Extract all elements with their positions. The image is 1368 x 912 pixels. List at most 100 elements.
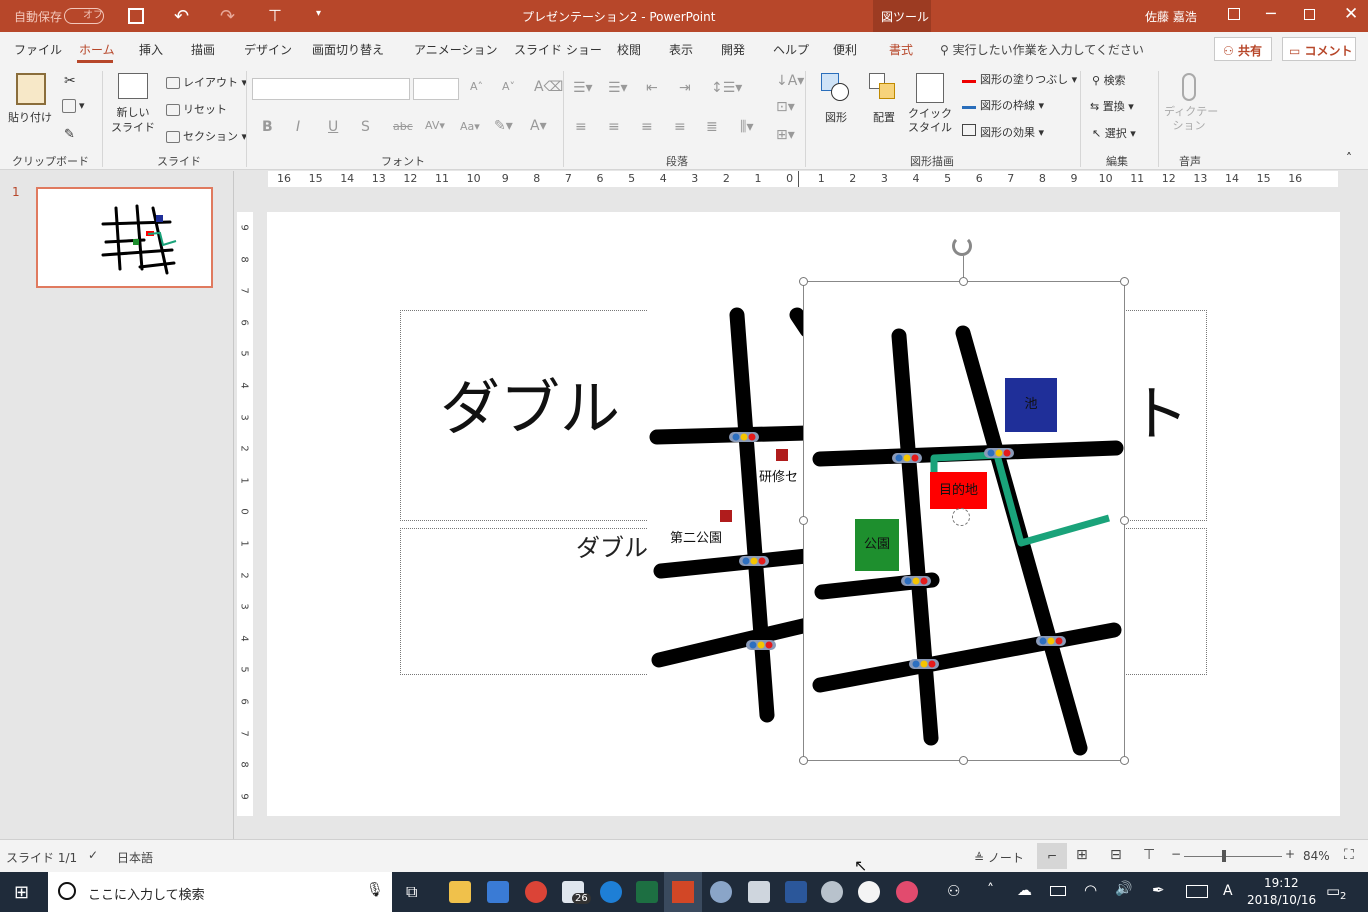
- columns-icon[interactable]: ⫼▾: [740, 119, 753, 135]
- close-icon[interactable]: ✕: [1344, 4, 1358, 24]
- rotation-handle[interactable]: [952, 236, 972, 256]
- shape-fill-button[interactable]: 図形の塗りつぶし ▾: [962, 71, 1077, 87]
- horizontal-ruler[interactable]: 16 15 14 13 12 11 10 9 8 7 6 5 4 3 2 1 0 1 2 3 4 5 6 7 8 9 10 11 12 1…: [268, 171, 1338, 187]
- wifi-icon[interactable]: ◠: [1084, 881, 1097, 899]
- smartart-icon[interactable]: ⊞▾: [776, 127, 795, 143]
- new-slide-button[interactable]: 新しい スライド: [108, 73, 158, 151]
- highlight-icon[interactable]: ✎▾: [494, 118, 513, 134]
- bullets-icon[interactable]: ☰▾: [573, 80, 593, 96]
- bold-icon[interactable]: B: [262, 119, 273, 135]
- resize-handle[interactable]: [799, 277, 808, 286]
- language-indicator[interactable]: 日本語: [117, 849, 153, 866]
- strikethrough-icon[interactable]: abc: [393, 120, 413, 133]
- distribute-icon[interactable]: ≣: [706, 119, 718, 135]
- reset-button[interactable]: リセット: [166, 101, 227, 117]
- format-painter-icon[interactable]: ✎: [64, 127, 75, 142]
- tab-format[interactable]: 書式: [889, 41, 913, 58]
- tell-me-box[interactable]: ⚲ 実行したい作業を入力してください: [940, 41, 1144, 58]
- minimize-icon[interactable]: ─: [1266, 4, 1276, 23]
- zoom-slider-thumb[interactable]: [1222, 850, 1226, 862]
- cut-icon[interactable]: ✂: [64, 73, 76, 89]
- normal-view-icon[interactable]: ⌐: [1037, 843, 1067, 869]
- comment-button[interactable]: ▭ コメント: [1282, 37, 1356, 61]
- edge-icon[interactable]: [600, 881, 622, 903]
- fit-slide-icon[interactable]: ⛶: [1344, 847, 1354, 863]
- resize-handle[interactable]: [799, 756, 808, 765]
- resize-handle[interactable]: [799, 516, 808, 525]
- keyboard-icon[interactable]: [1186, 885, 1208, 898]
- share-button[interactable]: ⚇ 共有: [1214, 37, 1272, 61]
- shapes-button[interactable]: 図形: [816, 73, 856, 125]
- shape-outline-button[interactable]: 図形の枠線 ▾: [962, 97, 1044, 113]
- font-size-input[interactable]: [413, 78, 459, 100]
- word-icon[interactable]: [785, 881, 807, 903]
- layout-button[interactable]: レイアウト ▾: [166, 74, 247, 90]
- quick-style-button[interactable]: クイック スタイル: [904, 73, 956, 135]
- numbering-icon[interactable]: ☰▾: [608, 80, 628, 96]
- decrease-indent-icon[interactable]: ⇤: [646, 80, 658, 96]
- resize-handle[interactable]: [959, 756, 968, 765]
- tab-draw[interactable]: 描画: [191, 41, 215, 58]
- slide-thumbnail[interactable]: [36, 187, 213, 288]
- tab-benri[interactable]: 便利: [833, 41, 857, 58]
- user-name[interactable]: 佐藤 嘉浩: [1145, 8, 1197, 25]
- find-button[interactable]: ⚲ 検索: [1092, 72, 1126, 88]
- decrease-font-icon[interactable]: A˅: [502, 80, 515, 93]
- tab-home[interactable]: ホーム: [79, 41, 115, 58]
- chrome-icon[interactable]: [525, 881, 547, 903]
- map-image-back[interactable]: 研修セ 第二公園: [647, 300, 807, 730]
- resize-handle[interactable]: [1120, 277, 1129, 286]
- restore-icon[interactable]: [1304, 9, 1315, 20]
- tab-view[interactable]: 表示: [669, 41, 693, 58]
- windows-start-icon[interactable]: ⊞: [14, 882, 29, 903]
- tab-transitions[interactable]: 画面切り替え: [312, 41, 384, 58]
- justify-icon[interactable]: ≡: [674, 119, 686, 135]
- char-spacing-icon[interactable]: AV▾: [425, 119, 445, 132]
- select-button[interactable]: ↖ 選択 ▾: [1092, 125, 1136, 141]
- tab-design[interactable]: デザイン: [244, 41, 292, 58]
- font-name-input[interactable]: [252, 78, 410, 100]
- spellcheck-icon[interactable]: ✓: [88, 848, 98, 862]
- slide-counter[interactable]: スライド 1/1: [6, 849, 77, 866]
- microphone-icon[interactable]: 🎙: [366, 882, 384, 898]
- onedrive-icon[interactable]: ☁: [1017, 881, 1032, 899]
- tab-review[interactable]: 校閲: [617, 41, 641, 58]
- resize-handle[interactable]: [1120, 756, 1129, 765]
- replace-button[interactable]: ⇆ 置換 ▾: [1090, 98, 1134, 114]
- notes-button[interactable]: ≜ ノート: [974, 849, 1024, 866]
- align-center-icon[interactable]: ≡: [608, 119, 620, 135]
- file-explorer-icon[interactable]: [449, 881, 471, 903]
- adjustment-handle[interactable]: [952, 508, 970, 526]
- increase-font-icon[interactable]: A˄: [470, 80, 483, 93]
- copy-icon[interactable]: ▾: [62, 99, 85, 113]
- map-image-front[interactable]: 池 目的地 公園: [803, 281, 1125, 761]
- ribbon-display-icon[interactable]: [1228, 8, 1240, 20]
- underline-icon[interactable]: U: [328, 119, 338, 135]
- autosave-toggle[interactable]: オフ: [64, 8, 104, 24]
- text-direction-icon[interactable]: ↓A▾: [776, 73, 804, 89]
- change-case-icon[interactable]: Aa▾: [460, 120, 480, 133]
- tab-help[interactable]: ヘルプ: [773, 41, 809, 58]
- volume-icon[interactable]: 🔊: [1115, 881, 1132, 897]
- paste-button[interactable]: 貼り付け: [8, 73, 52, 143]
- resize-handle[interactable]: [1120, 516, 1129, 525]
- save-icon[interactable]: [128, 8, 144, 24]
- collapse-ribbon-icon[interactable]: ˄: [1346, 151, 1352, 165]
- store-icon[interactable]: [487, 881, 509, 903]
- tab-animations[interactable]: アニメーション: [414, 41, 498, 58]
- slide-canvas[interactable]: ダブル ト ダブル 研修セ 第二公園 池 目的地 公園: [267, 212, 1340, 816]
- shadow-icon[interactable]: S: [361, 119, 370, 135]
- tray-expand-icon[interactable]: ˄: [987, 882, 994, 898]
- zoom-slider[interactable]: [1184, 850, 1282, 862]
- task-view-icon[interactable]: ⧉: [406, 882, 417, 902]
- section-button[interactable]: セクション ▾: [166, 128, 247, 144]
- shape-effects-button[interactable]: 図形の効果 ▾: [962, 124, 1044, 140]
- battery-icon[interactable]: [1050, 886, 1066, 896]
- tab-slideshow[interactable]: スライド ショー: [514, 41, 602, 58]
- disc-icon[interactable]: [821, 881, 843, 903]
- color-app-icon[interactable]: [896, 881, 918, 903]
- clock-date[interactable]: 2018/10/16: [1247, 893, 1316, 907]
- pen-icon[interactable]: ✒: [1152, 881, 1165, 899]
- taskbar-search-box[interactable]: ここに入力して検索 🎙: [48, 872, 392, 912]
- align-right-icon[interactable]: ≡: [641, 119, 653, 135]
